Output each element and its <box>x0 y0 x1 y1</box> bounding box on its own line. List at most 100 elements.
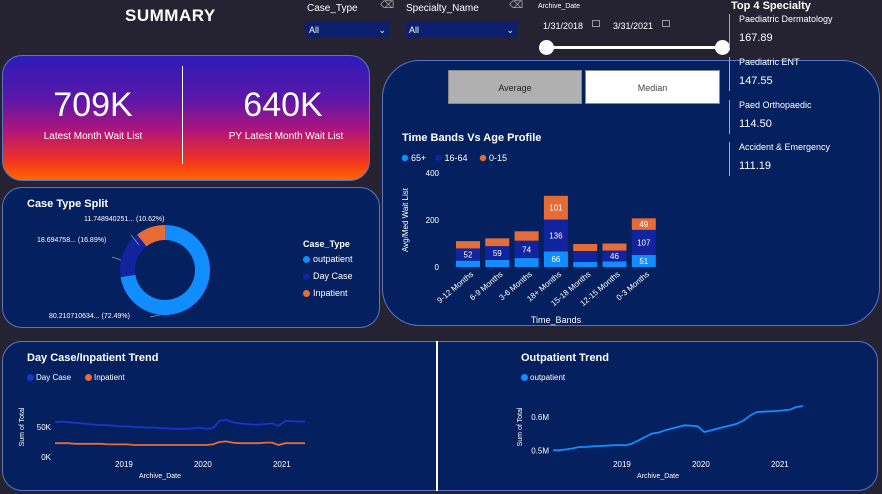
y-tick-label: 0K <box>41 453 51 462</box>
latest-wait-list-value: 709K <box>53 86 133 124</box>
y-tick-label: 200 <box>426 216 440 225</box>
y-axis-label: Sum of Total <box>517 407 524 446</box>
legend-dot-icon <box>521 374 528 381</box>
case-type-label: Case_Type <box>307 3 358 14</box>
date-end-input[interactable]: 3/31/2021 <box>613 21 653 31</box>
legend-label: 0-15 <box>489 153 507 163</box>
calendar-icon[interactable] <box>592 20 600 27</box>
x-tick-label: 2021 <box>273 460 291 469</box>
date-start-input[interactable]: 1/31/2018 <box>543 21 583 31</box>
bar-segment <box>602 243 627 251</box>
x-tick-label: 2019 <box>115 460 133 469</box>
case-type-legend-title: Case_Type <box>303 239 350 249</box>
py-wait-list-label: PY Latest Month Wait List <box>228 131 344 142</box>
legend-label: Day Case <box>36 373 72 382</box>
legend-dot-icon <box>303 289 310 297</box>
x-tick-label: 2019 <box>613 460 631 469</box>
case-type-legend-item[interactable]: outpatient <box>303 254 353 264</box>
y-tick-label: 0.5M <box>531 446 549 455</box>
bar-segment <box>514 231 539 241</box>
bar-segment <box>514 258 539 267</box>
bar-segment <box>573 251 598 262</box>
legend-label: outpatient <box>313 254 353 264</box>
inpatient-data-label: 11.748940251... (10.62%) <box>84 216 165 223</box>
case-type-erase-icon[interactable]: ⌫ <box>380 0 394 11</box>
leader-line <box>149 314 161 318</box>
x-tick-label: 9-12 Months <box>435 270 475 305</box>
bar-data-label: 74 <box>522 245 531 254</box>
calendar-icon[interactable] <box>662 20 670 27</box>
x-tick-label: 2021 <box>771 460 789 469</box>
trend-legend-item[interactable]: Day Case <box>27 373 71 382</box>
trend-legend-item[interactable]: Inpatient <box>85 373 125 382</box>
case-type-legend-item[interactable]: Inpatient <box>303 288 348 298</box>
case-type-legend-item[interactable]: Day Case <box>303 271 353 281</box>
average-toggle-button[interactable]: Average <box>448 70 582 104</box>
bar-segment <box>485 259 510 267</box>
specialty-name-label: Specialty_Name <box>406 3 479 14</box>
bar-data-label: 66 <box>551 255 560 264</box>
outpatient-trend-title: Outpatient Trend <box>521 352 609 364</box>
x-tick-label: 2020 <box>194 460 212 469</box>
specialty-erase-icon[interactable]: ⌫ <box>509 0 523 11</box>
legend-dot-icon <box>435 154 442 162</box>
top4-divider <box>729 14 730 48</box>
case-type-value: All <box>309 25 320 35</box>
bar-segment <box>573 243 598 252</box>
top4-divider <box>729 142 730 176</box>
legend-label: 16-64 <box>445 153 468 163</box>
legend-label: Inpatient <box>313 288 348 298</box>
date-slider-start-handle[interactable] <box>539 40 554 55</box>
trend-legend-item[interactable]: outpatient <box>521 373 565 382</box>
bar-data-label: 59 <box>493 249 502 258</box>
bar-segment <box>485 238 510 247</box>
legend-dot-icon <box>27 374 34 381</box>
day-case-trend-title: Day Case/Inpatient Trend <box>27 352 159 364</box>
top4-divider <box>729 100 730 134</box>
date-slider-end-handle[interactable] <box>715 40 730 55</box>
outpatient-trend-chart: 0.5M 0.6M 2019 2020 2021 Archive_Date Sum of T… <box>517 405 804 480</box>
chevron-down-icon: ⌄ <box>378 24 386 35</box>
bar-segment <box>602 261 627 267</box>
x-axis-label: Archive_Date <box>139 473 181 480</box>
legend-label: 65+ <box>411 153 426 163</box>
top4-specialty-value: 167.89 <box>739 32 773 44</box>
time-bands-title: Time Bands Vs Age Profile <box>402 132 542 144</box>
trend-line-day-case <box>54 418 305 430</box>
kpi-divider <box>182 66 183 164</box>
y-tick-label: 0 <box>435 263 440 272</box>
specialty-value: All <box>409 25 420 35</box>
trend-line-inpatient <box>55 440 305 446</box>
median-toggle-button[interactable]: Median <box>585 70 720 104</box>
bar-data-label: 101 <box>549 204 563 213</box>
bar-data-label: 49 <box>639 220 648 229</box>
top4-specialty-name: Paed Orthopaedic <box>739 100 812 110</box>
specialty-dropdown[interactable]: All ⌄ <box>405 22 518 38</box>
page-title: SUMMARY <box>125 6 216 25</box>
x-axis-label: Archive_Date <box>637 473 679 480</box>
legend-dot-icon <box>479 154 487 162</box>
y-tick-label: 0.6M <box>531 413 549 422</box>
bar-segment <box>456 260 480 267</box>
date-slider-track[interactable] <box>547 46 723 49</box>
top4-specialty-name: Paediatric Dermatology <box>739 14 833 24</box>
time-bands-chart: 65+ 16-64 0-15 02004009-12 Months6-9 Month… <box>401 153 656 325</box>
bar-segment <box>456 241 480 249</box>
case-type-dropdown[interactable]: All ⌄ <box>305 22 390 38</box>
y-axis-label: Sum of Total <box>19 407 26 446</box>
leader-line <box>111 256 122 261</box>
legend-dot-icon <box>85 374 92 381</box>
bar-data-label: 136 <box>549 232 563 241</box>
bar-data-label: 46 <box>610 252 619 261</box>
trend-line-outpatient <box>553 405 804 452</box>
bar-data-label: 107 <box>637 238 651 247</box>
archive-date-label: Archive_Date <box>538 3 581 10</box>
legend-label: outpatient <box>530 373 566 382</box>
y-tick-label: 50K <box>37 423 52 432</box>
legend-label: Inpatient <box>94 373 125 382</box>
legend-label: Day Case <box>313 271 353 281</box>
top4-title: Top 4 Specialty <box>731 0 811 12</box>
top4-divider <box>729 57 730 91</box>
time-bands-y-axis-label: Avg/Med Wait List <box>401 187 410 252</box>
py-wait-list-value: 640K <box>243 86 323 124</box>
